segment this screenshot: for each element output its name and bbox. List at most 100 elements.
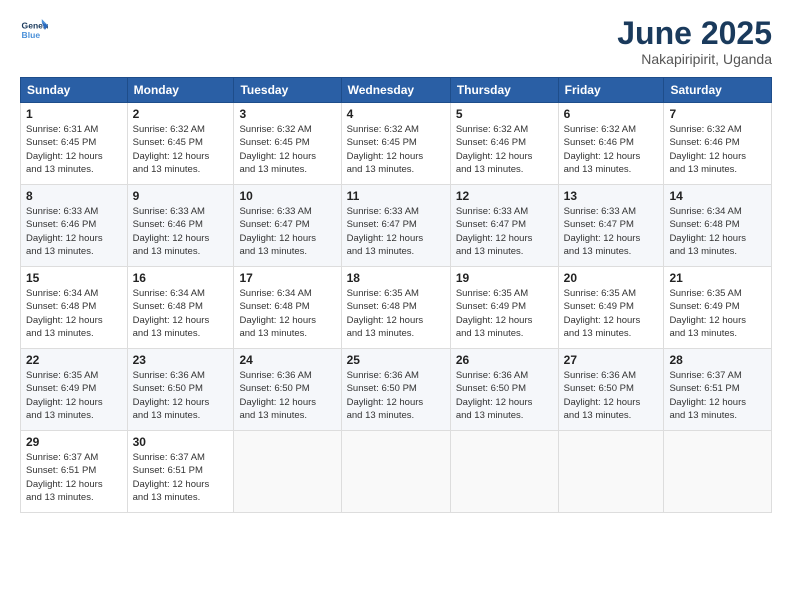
day-number: 6	[564, 107, 659, 121]
day-info: Sunrise: 6:34 AM Sunset: 6:48 PM Dayligh…	[669, 205, 766, 258]
day-number: 23	[133, 353, 229, 367]
table-row: 12 Sunrise: 6:33 AM Sunset: 6:47 PM Dayli…	[450, 185, 558, 267]
table-row: 5 Sunrise: 6:32 AM Sunset: 6:46 PM Daylig…	[450, 103, 558, 185]
table-row: 13 Sunrise: 6:33 AM Sunset: 6:47 PM Dayli…	[558, 185, 664, 267]
day-number: 14	[669, 189, 766, 203]
day-info: Sunrise: 6:32 AM Sunset: 6:46 PM Dayligh…	[669, 123, 766, 176]
table-row: 25Sunrise: 6:36 AM Sunset: 6:50 PM Dayli…	[341, 349, 450, 431]
day-number: 5	[456, 107, 553, 121]
day-number: 9	[133, 189, 229, 203]
table-row: 23 Sunrise: 6:36 AM Sunset: 6:50 PM Dayli…	[127, 349, 234, 431]
table-row: 9 Sunrise: 6:33 AM Sunset: 6:46 PM Daylig…	[127, 185, 234, 267]
table-row	[664, 431, 772, 513]
table-row: 20 Sunrise: 6:35 AM Sunset: 6:49 PM Dayli…	[558, 267, 664, 349]
day-number: 27	[564, 353, 659, 367]
table-row: 26 Sunrise: 6:36 AM Sunset: 6:50 PM Dayli…	[450, 349, 558, 431]
table-row: 11Sunrise: 6:33 AM Sunset: 6:47 PM Dayli…	[341, 185, 450, 267]
day-info: Sunrise: 6:36 AM Sunset: 6:50 PM Dayligh…	[564, 369, 659, 422]
day-number: 4	[347, 107, 445, 121]
col-wednesday: Wednesday	[341, 78, 450, 103]
day-number: 20	[564, 271, 659, 285]
day-info: Sunrise: 6:33 AM Sunset: 6:47 PM Dayligh…	[564, 205, 659, 258]
day-number: 28	[669, 353, 766, 367]
calendar-table: Sunday Monday Tuesday Wednesday Thursday…	[20, 77, 772, 513]
title-block: June 2025 Nakapiripirit, Uganda	[617, 16, 772, 67]
table-row: 2Sunrise: 6:32 AM Sunset: 6:45 PM Daylig…	[127, 103, 234, 185]
day-info: Sunrise: 6:32 AM Sunset: 6:45 PM Dayligh…	[347, 123, 445, 176]
week-row-4: 22Sunrise: 6:35 AM Sunset: 6:49 PM Dayli…	[21, 349, 772, 431]
day-number: 30	[133, 435, 229, 449]
col-saturday: Saturday	[664, 78, 772, 103]
table-row: 18Sunrise: 6:35 AM Sunset: 6:48 PM Dayli…	[341, 267, 450, 349]
day-number: 15	[26, 271, 122, 285]
day-number: 16	[133, 271, 229, 285]
day-info: Sunrise: 6:34 AM Sunset: 6:48 PM Dayligh…	[26, 287, 122, 340]
table-row	[558, 431, 664, 513]
month-title: June 2025	[617, 16, 772, 51]
day-info: Sunrise: 6:37 AM Sunset: 6:51 PM Dayligh…	[26, 451, 122, 504]
day-info: Sunrise: 6:35 AM Sunset: 6:49 PM Dayligh…	[456, 287, 553, 340]
day-number: 17	[239, 271, 335, 285]
day-info: Sunrise: 6:35 AM Sunset: 6:49 PM Dayligh…	[564, 287, 659, 340]
day-number: 22	[26, 353, 122, 367]
day-number: 11	[347, 189, 445, 203]
day-number: 3	[239, 107, 335, 121]
table-row: 10Sunrise: 6:33 AM Sunset: 6:47 PM Dayli…	[234, 185, 341, 267]
table-row	[341, 431, 450, 513]
week-row-3: 15 Sunrise: 6:34 AM Sunset: 6:48 PM Dayli…	[21, 267, 772, 349]
table-row: 21 Sunrise: 6:35 AM Sunset: 6:49 PM Dayli…	[664, 267, 772, 349]
col-tuesday: Tuesday	[234, 78, 341, 103]
day-number: 21	[669, 271, 766, 285]
day-info: Sunrise: 6:36 AM Sunset: 6:50 PM Dayligh…	[133, 369, 229, 422]
day-info: Sunrise: 6:37 AM Sunset: 6:51 PM Dayligh…	[669, 369, 766, 422]
week-row-1: 1Sunrise: 6:31 AM Sunset: 6:45 PM Daylig…	[21, 103, 772, 185]
table-row: 30 Sunrise: 6:37 AM Sunset: 6:51 PM Dayli…	[127, 431, 234, 513]
day-info: Sunrise: 6:31 AM Sunset: 6:45 PM Dayligh…	[26, 123, 122, 176]
day-number: 12	[456, 189, 553, 203]
day-info: Sunrise: 6:34 AM Sunset: 6:48 PM Dayligh…	[133, 287, 229, 340]
week-row-5: 29 Sunrise: 6:37 AM Sunset: 6:51 PM Dayli…	[21, 431, 772, 513]
day-info: Sunrise: 6:34 AM Sunset: 6:48 PM Dayligh…	[239, 287, 335, 340]
day-info: Sunrise: 6:33 AM Sunset: 6:46 PM Dayligh…	[26, 205, 122, 258]
week-row-2: 8Sunrise: 6:33 AM Sunset: 6:46 PM Daylig…	[21, 185, 772, 267]
table-row: 7 Sunrise: 6:32 AM Sunset: 6:46 PM Daylig…	[664, 103, 772, 185]
table-row: 16 Sunrise: 6:34 AM Sunset: 6:48 PM Dayli…	[127, 267, 234, 349]
day-info: Sunrise: 6:36 AM Sunset: 6:50 PM Dayligh…	[239, 369, 335, 422]
table-row: 1Sunrise: 6:31 AM Sunset: 6:45 PM Daylig…	[21, 103, 128, 185]
day-number: 24	[239, 353, 335, 367]
table-row: 17 Sunrise: 6:34 AM Sunset: 6:48 PM Dayli…	[234, 267, 341, 349]
col-monday: Monday	[127, 78, 234, 103]
day-info: Sunrise: 6:36 AM Sunset: 6:50 PM Dayligh…	[456, 369, 553, 422]
col-sunday: Sunday	[21, 78, 128, 103]
header-row: Sunday Monday Tuesday Wednesday Thursday…	[21, 78, 772, 103]
day-number: 7	[669, 107, 766, 121]
table-row: 4 Sunrise: 6:32 AM Sunset: 6:45 PM Daylig…	[341, 103, 450, 185]
day-info: Sunrise: 6:35 AM Sunset: 6:49 PM Dayligh…	[669, 287, 766, 340]
day-number: 18	[347, 271, 445, 285]
table-row: 19 Sunrise: 6:35 AM Sunset: 6:49 PM Dayli…	[450, 267, 558, 349]
svg-text:Blue: Blue	[22, 30, 41, 40]
day-number: 25	[347, 353, 445, 367]
day-number: 26	[456, 353, 553, 367]
location: Nakapiripirit, Uganda	[617, 51, 772, 67]
day-info: Sunrise: 6:32 AM Sunset: 6:46 PM Dayligh…	[456, 123, 553, 176]
table-row: 29 Sunrise: 6:37 AM Sunset: 6:51 PM Dayli…	[21, 431, 128, 513]
day-number: 29	[26, 435, 122, 449]
day-number: 13	[564, 189, 659, 203]
day-info: Sunrise: 6:37 AM Sunset: 6:51 PM Dayligh…	[133, 451, 229, 504]
table-row: 8Sunrise: 6:33 AM Sunset: 6:46 PM Daylig…	[21, 185, 128, 267]
day-info: Sunrise: 6:33 AM Sunset: 6:46 PM Dayligh…	[133, 205, 229, 258]
table-row: 14 Sunrise: 6:34 AM Sunset: 6:48 PM Dayli…	[664, 185, 772, 267]
table-row: 15 Sunrise: 6:34 AM Sunset: 6:48 PM Dayli…	[21, 267, 128, 349]
page: General Blue June 2025 Nakapiripirit, Ug…	[0, 0, 792, 612]
table-row	[450, 431, 558, 513]
table-row: 22Sunrise: 6:35 AM Sunset: 6:49 PM Dayli…	[21, 349, 128, 431]
table-row: 3Sunrise: 6:32 AM Sunset: 6:45 PM Daylig…	[234, 103, 341, 185]
day-number: 19	[456, 271, 553, 285]
table-row: 28 Sunrise: 6:37 AM Sunset: 6:51 PM Dayli…	[664, 349, 772, 431]
day-info: Sunrise: 6:32 AM Sunset: 6:45 PM Dayligh…	[133, 123, 229, 176]
logo-icon: General Blue	[20, 16, 48, 44]
day-info: Sunrise: 6:33 AM Sunset: 6:47 PM Dayligh…	[456, 205, 553, 258]
col-friday: Friday	[558, 78, 664, 103]
col-thursday: Thursday	[450, 78, 558, 103]
